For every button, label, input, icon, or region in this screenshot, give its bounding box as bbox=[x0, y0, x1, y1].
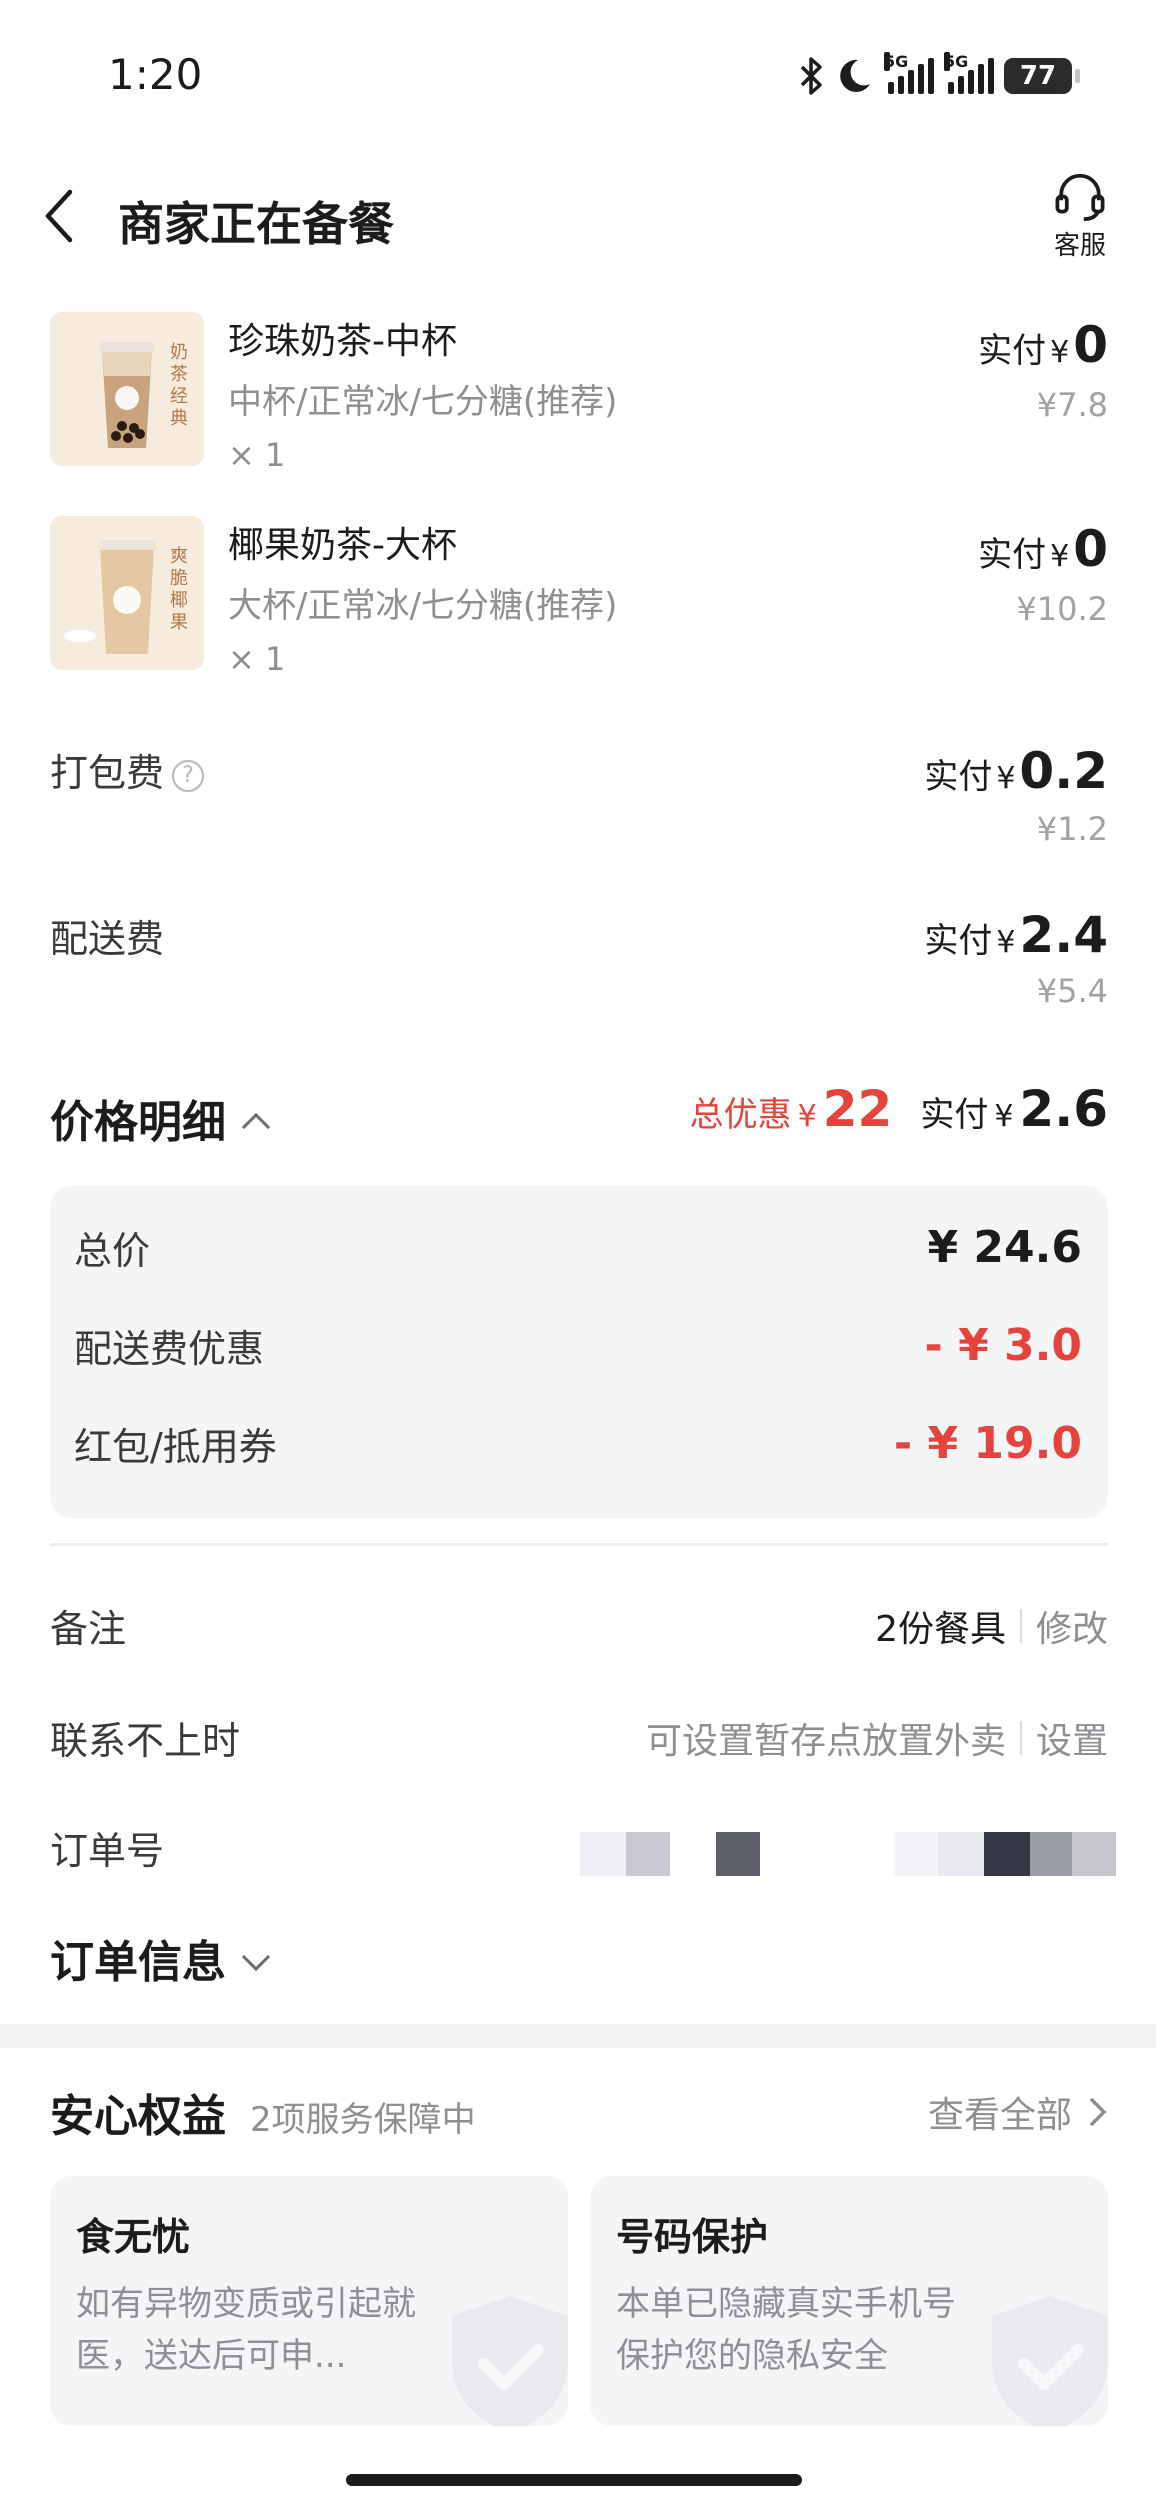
unreachable-row-value: 可设置暂存点放置外卖 设置 bbox=[646, 1712, 1108, 1764]
price-summary: 总优惠 ¥ 22 实付 ¥ 2.6 bbox=[690, 1080, 1108, 1138]
headset-icon bbox=[1055, 173, 1105, 221]
delivery-fee-original: ¥5.4 bbox=[1036, 972, 1108, 1010]
chevron-up-icon bbox=[241, 1112, 271, 1142]
chevron-down-icon bbox=[241, 1942, 271, 1972]
benefit-card-text: 如有异物变质或引起就医，送达后可申... bbox=[76, 2284, 416, 2376]
price-row-delivery-discount: 配送费优惠 - ¥ 3.0 bbox=[74, 1318, 1082, 1373]
item-pay-amount: 实付 ¥ 0 bbox=[978, 316, 1108, 374]
pay-label: 实付 bbox=[978, 535, 1047, 575]
shield-check-icon bbox=[992, 2296, 1108, 2426]
chevron-right-icon bbox=[1090, 2098, 1107, 2126]
item-image-coconut-milk-tea[interactable]: 爽脆椰果 bbox=[50, 516, 204, 670]
status-icons: 5G 5G 77 bbox=[796, 52, 1080, 100]
price-detail-panel: 总价 ¥ 24.6 配送费优惠 - ¥ 3.0 红包/抵用券 - ¥ 19.0 bbox=[50, 1186, 1108, 1518]
packaging-fee-pay: 实付 ¥ 0.2 bbox=[924, 742, 1108, 800]
packaging-fee-label: 打包费? bbox=[50, 742, 205, 797]
order-number-redacted bbox=[580, 1832, 1116, 1876]
do-not-disturb-moon-icon bbox=[840, 59, 870, 92]
battery-icon: 77 bbox=[1004, 58, 1080, 94]
unreachable-label: 联系不上时 bbox=[50, 1719, 241, 1763]
currency-symbol: ¥ bbox=[996, 925, 1016, 960]
price-row-total: 总价 ¥ 24.6 bbox=[74, 1220, 1082, 1275]
price-row-coupon: 红包/抵用券 - ¥ 19.0 bbox=[74, 1416, 1082, 1471]
item-original-price: ¥10.2 bbox=[1016, 590, 1108, 628]
pay-label: 实付 bbox=[924, 921, 993, 961]
note-row-value: 2份餐具 修改 bbox=[875, 1600, 1108, 1652]
item-image-pearl-milk-tea[interactable]: 奶茶经典 bbox=[50, 312, 204, 466]
packaging-fee-text: 打包费 bbox=[50, 751, 165, 795]
view-all-label: 查看全部 bbox=[927, 2095, 1072, 2136]
item-pay-amount: 实付 ¥ 0 bbox=[978, 520, 1108, 578]
unreachable-hint: 可设置暂存点放置外卖 bbox=[645, 1721, 1006, 1762]
pay-label: 实付 bbox=[920, 1095, 989, 1135]
shield-check-icon bbox=[452, 2296, 568, 2426]
cup-text: 爽脆椰果 bbox=[170, 546, 188, 633]
item-original-price: ¥7.8 bbox=[1036, 386, 1108, 424]
separator bbox=[1019, 1721, 1022, 1755]
cellular-signal-icon-2: 5G bbox=[944, 52, 994, 94]
separator bbox=[1019, 1609, 1022, 1643]
price-row-value: - ¥ 19.0 bbox=[893, 1418, 1082, 1469]
price-row-value: - ¥ 3.0 bbox=[924, 1320, 1082, 1371]
order-number-label: 订单号 bbox=[50, 1829, 165, 1873]
pay-value: 0 bbox=[1073, 520, 1108, 578]
benefits-subtitle: 2项服务保障中 bbox=[250, 2100, 476, 2140]
currency-symbol: ¥ bbox=[797, 1099, 817, 1134]
item-name: 椰果奶茶-大杯 bbox=[228, 525, 457, 566]
item-name: 珍珠奶茶-中杯 bbox=[228, 321, 457, 362]
total-discount-value: 22 bbox=[822, 1080, 893, 1138]
total-pay-value: 2.6 bbox=[1019, 1080, 1108, 1138]
view-all-link[interactable]: 查看全部 bbox=[928, 2086, 1108, 2138]
home-indicator[interactable] bbox=[346, 2474, 802, 2486]
price-row-value: ¥ 24.6 bbox=[927, 1222, 1083, 1273]
pay-value: 0 bbox=[1073, 316, 1108, 374]
delivery-fee-label: 配送费 bbox=[50, 917, 165, 961]
delivery-fee-pay: 实付 ¥ 2.4 bbox=[924, 906, 1108, 964]
item-spec: 中杯/正常冰/七分糖(推荐) bbox=[228, 382, 618, 422]
price-row-label: 总价 bbox=[74, 1229, 151, 1273]
currency-symbol: ¥ bbox=[996, 761, 1016, 796]
cup-text: 奶茶经典 bbox=[170, 342, 188, 429]
order-info-title: 订单信息 bbox=[50, 1937, 226, 1988]
item-spec: 大杯/正常冰/七分糖(推荐) bbox=[228, 586, 618, 626]
note-value: 2份餐具 bbox=[875, 1609, 1006, 1650]
benefits-title: 安心权益 bbox=[50, 2091, 226, 2142]
edit-note-button[interactable]: 修改 bbox=[1036, 1600, 1108, 1652]
currency-symbol: ¥ bbox=[1050, 335, 1070, 370]
price-detail-toggle[interactable]: 价格明细 bbox=[50, 1086, 271, 1150]
pay-label: 实付 bbox=[978, 331, 1047, 371]
benefit-card-text: 本单已隐藏真实手机号保护您的隐私安全 bbox=[616, 2284, 956, 2376]
note-label: 备注 bbox=[50, 1607, 127, 1651]
page-title: 商家正在备餐 bbox=[118, 197, 394, 251]
price-row-label: 配送费优惠 bbox=[74, 1327, 265, 1371]
currency-symbol: ¥ bbox=[1050, 539, 1070, 574]
pay-value: 0.2 bbox=[1019, 742, 1108, 800]
currency-symbol: ¥ bbox=[994, 1099, 1014, 1134]
set-dropoff-button[interactable]: 设置 bbox=[1036, 1712, 1108, 1764]
back-arrow-icon[interactable] bbox=[36, 186, 86, 246]
item-quantity: × 1 bbox=[228, 436, 286, 474]
price-row-label: 红包/抵用券 bbox=[74, 1425, 277, 1469]
customer-service-button[interactable]: 客服 bbox=[1040, 172, 1120, 262]
status-time: 1:20 bbox=[108, 50, 203, 99]
total-discount-label: 总优惠 bbox=[689, 1095, 792, 1135]
divider bbox=[50, 1543, 1108, 1546]
item-quantity: × 1 bbox=[228, 640, 286, 678]
packaging-fee-original: ¥1.2 bbox=[1036, 810, 1108, 848]
customer-service-label: 客服 bbox=[1053, 231, 1106, 261]
price-detail-title: 价格明细 bbox=[50, 1097, 226, 1148]
order-info-toggle[interactable]: 订单信息 bbox=[50, 1926, 271, 1990]
benefit-card-title: 食无忧 bbox=[76, 2215, 191, 2259]
pay-label: 实付 bbox=[924, 757, 993, 797]
pay-value: 2.4 bbox=[1019, 906, 1108, 964]
cellular-signal-icon-1: 5G bbox=[884, 52, 934, 94]
section-separator bbox=[0, 2024, 1156, 2048]
benefits-header: 安心权益 2项服务保障中 bbox=[50, 2080, 476, 2144]
bluetooth-icon bbox=[800, 57, 822, 95]
benefit-card-food-safety[interactable]: 食无忧 如有异物变质或引起就医，送达后可申... bbox=[50, 2176, 568, 2426]
benefit-card-number-protection[interactable]: 号码保护 本单已隐藏真实手机号保护您的隐私安全 bbox=[590, 2176, 1108, 2426]
help-icon[interactable]: ? bbox=[172, 760, 205, 792]
benefit-card-title: 号码保护 bbox=[616, 2215, 769, 2259]
